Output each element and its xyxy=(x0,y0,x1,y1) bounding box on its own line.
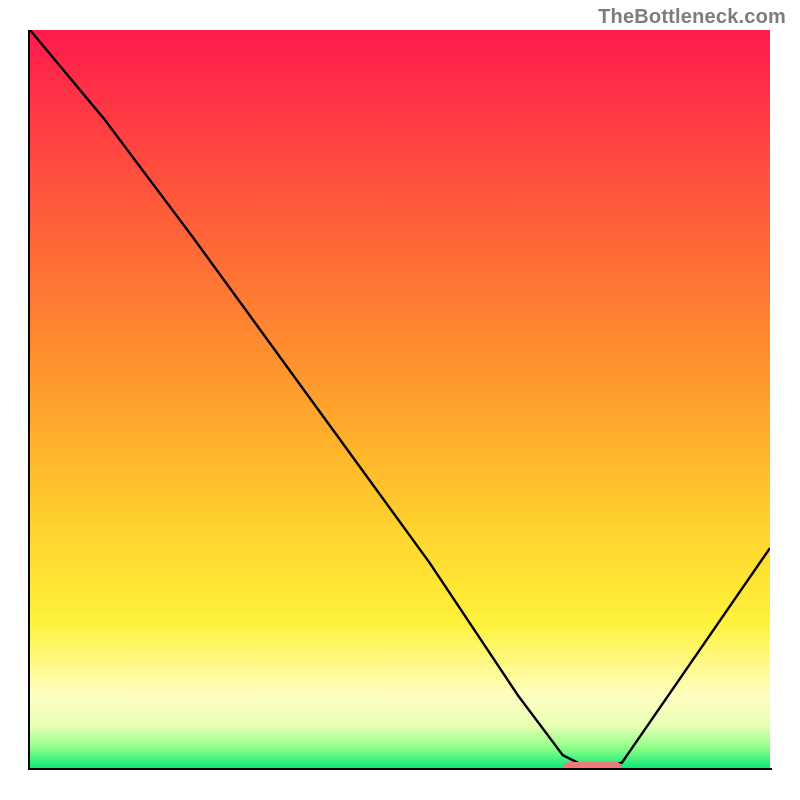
x-axis xyxy=(28,768,772,770)
chart-canvas: TheBottleneck.com xyxy=(0,0,800,800)
y-axis xyxy=(28,30,30,770)
watermark-text: TheBottleneck.com xyxy=(598,6,786,29)
plot-area xyxy=(30,30,770,770)
bottleneck-curve xyxy=(30,30,770,770)
